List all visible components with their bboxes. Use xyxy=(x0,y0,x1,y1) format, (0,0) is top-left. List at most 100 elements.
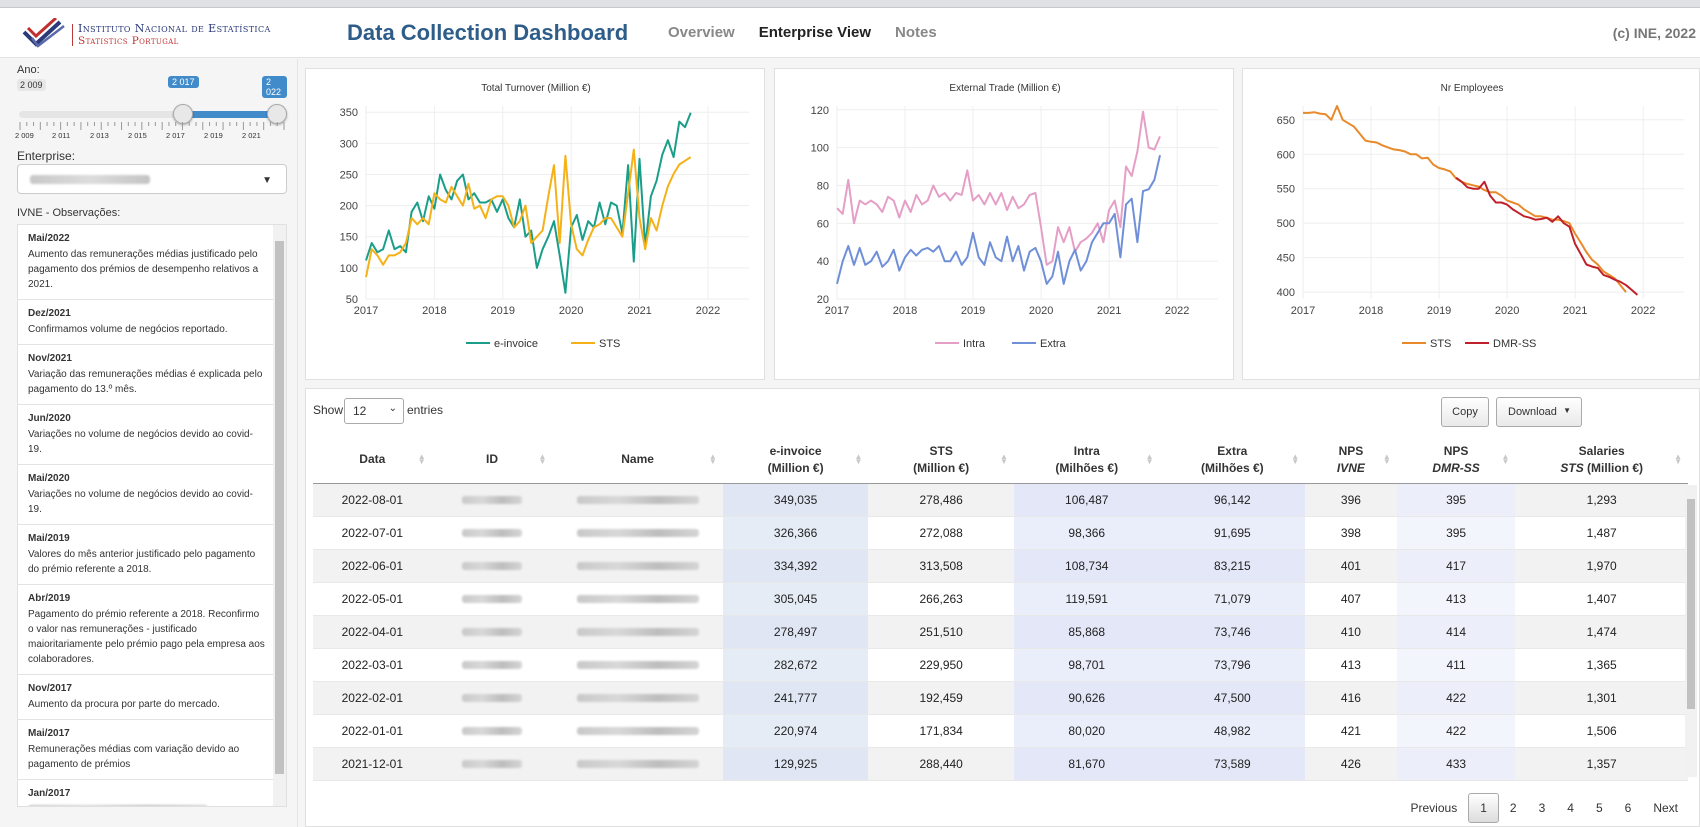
cell-extra: 48,982 xyxy=(1159,714,1306,748)
table-row[interactable]: 2022-08-01 349,035 278,486 106,487 96,142 396… xyxy=(313,483,1688,517)
column-header-salaries[interactable]: Salaries STS (Million €) ▲ ▼ xyxy=(1515,437,1688,484)
redacted-text xyxy=(576,562,699,571)
redacted-text xyxy=(576,694,699,703)
observation-date: Nov/2021 xyxy=(28,353,72,364)
sort-icon[interactable]: ▲ ▼ xyxy=(418,453,426,466)
pager-page-button[interactable]: 5 xyxy=(1585,801,1614,815)
table-row[interactable]: 2022-02-01 241,777 192,459 90,626 47,500 416 4… xyxy=(313,681,1688,715)
observation-item: Dez/2021 Confirmamos volume de negócios r… xyxy=(18,300,274,345)
legend-label[interactable]: DMR-SS xyxy=(1493,338,1536,350)
slider-from-handle[interactable] xyxy=(173,104,193,124)
slider-tick-label: 2 017 xyxy=(166,131,185,140)
table-row[interactable]: 2022-03-01 282,672 229,950 98,701 73,796 413 4… xyxy=(313,648,1688,682)
cell-e-invoice: 334,392 xyxy=(722,549,869,583)
cell-nps-dmr-ss: 395 xyxy=(1396,483,1516,517)
series-line-e-invoice xyxy=(365,112,692,294)
legend-label[interactable]: e-invoice xyxy=(494,338,538,350)
column-header-e-invoice[interactable]: e-invoice (Million €) ▲ ▼ xyxy=(722,437,869,484)
cell-nps-ivne: 413 xyxy=(1305,648,1397,682)
legend-label[interactable]: Intra xyxy=(963,338,986,350)
sort-icon[interactable]: ▲ ▼ xyxy=(538,453,546,466)
column-header-intra[interactable]: Intra (Milhões €) ▲ ▼ xyxy=(1013,437,1160,484)
cell-intra: 108,734 xyxy=(1013,549,1160,583)
column-header-data[interactable]: Data ▲ ▼ xyxy=(313,437,432,484)
legend-label[interactable]: Extra xyxy=(1040,338,1067,350)
ine-logo-icon xyxy=(22,18,65,48)
pager-next-button[interactable]: Next xyxy=(1642,801,1689,815)
sort-icon[interactable]: ▲ ▼ xyxy=(709,453,717,466)
sort-icon[interactable]: ▲ ▼ xyxy=(1501,453,1509,466)
download-button[interactable]: Download ▼ xyxy=(1496,397,1582,427)
table-scrollbar[interactable] xyxy=(1685,485,1697,777)
column-header-sts[interactable]: STS (Million €) ▲ ▼ xyxy=(868,437,1014,484)
cell-intra: 90,626 xyxy=(1013,681,1160,715)
column-header-extra[interactable]: Extra (Milhões €) ▲ ▼ xyxy=(1159,437,1306,484)
sort-icon[interactable]: ▲ ▼ xyxy=(854,453,862,466)
sort-icon[interactable]: ▲ ▼ xyxy=(1383,453,1391,466)
cell-salaries: 1,357 xyxy=(1515,747,1688,781)
cell-salaries: 1,474 xyxy=(1515,615,1688,649)
scrollbar-thumb[interactable] xyxy=(1687,499,1695,709)
pager-page-button[interactable]: 2 xyxy=(1499,801,1528,815)
column-header-sublabel: DMR-SS xyxy=(1432,460,1480,475)
tab-notes[interactable]: Notes xyxy=(895,24,937,41)
entries-label: entries xyxy=(407,403,444,417)
table-row[interactable]: 2022-07-01 326,366 272,088 98,366 91,695 398 3… xyxy=(313,516,1688,550)
sort-icon[interactable]: ▲ ▼ xyxy=(1674,453,1682,466)
pager-page-button[interactable]: 1 xyxy=(1468,793,1499,823)
tab-overview[interactable]: Overview xyxy=(668,24,735,41)
observation-text: Aumento das remunerações médias justific… xyxy=(28,249,259,290)
redacted-text xyxy=(576,595,699,604)
column-header-unit: (Million €) xyxy=(1583,460,1644,475)
sort-icon[interactable]: ▲ ▼ xyxy=(1146,453,1154,466)
year-range-slider[interactable]: 2 009 2 017 2 022 2 009 2 011 2 013 2 01… xyxy=(15,76,287,140)
table-row[interactable]: 2022-06-01 334,392 313,508 108,734 83,215 401… xyxy=(313,549,1688,583)
cell-extra: 47,500 xyxy=(1159,681,1306,715)
slider-to-handle[interactable] xyxy=(267,104,287,124)
observation-text: Variações no volume de negócios devido a… xyxy=(28,429,253,455)
x-tick-label: 2017 xyxy=(354,305,378,317)
y-tick-label: 500 xyxy=(1277,218,1295,230)
column-header-nps[interactable]: NPS IVNE ▲ ▼ xyxy=(1305,437,1397,484)
legend-label[interactable]: STS xyxy=(1430,338,1451,350)
redacted-text xyxy=(462,760,523,769)
column-header-name[interactable]: Name ▲ ▼ xyxy=(552,437,723,484)
table-row[interactable]: 2022-01-01 220,974 171,834 80,020 48,982 421 4… xyxy=(313,714,1688,748)
logo-line2: Statistics Portugal xyxy=(78,35,179,47)
observations-list[interactable]: Mai/2022 Aumento das remunerações médias … xyxy=(17,224,287,807)
tab-enterprise-view[interactable]: Enterprise View xyxy=(759,24,871,41)
redacted-text xyxy=(576,496,699,505)
table-row[interactable]: 2022-04-01 278,497 251,510 85,868 73,746 410 4… xyxy=(313,615,1688,649)
app-title: Data Collection Dashboard xyxy=(347,20,629,45)
table-row[interactable]: 2021-12-01 129,925 288,440 81,670 73,589 426 4… xyxy=(313,747,1688,781)
ine-logo[interactable]: Instituto Nacional de Estatística Statis… xyxy=(22,18,312,52)
legend-label[interactable]: STS xyxy=(599,338,620,350)
cell-id xyxy=(431,747,553,781)
page-length-select[interactable]: 12 ⌄ xyxy=(344,398,404,424)
y-tick-label: 120 xyxy=(811,105,829,117)
redacted-text xyxy=(28,805,208,806)
x-tick-label: 2022 xyxy=(1631,305,1655,317)
sort-icon[interactable]: ▲ ▼ xyxy=(1000,453,1008,466)
sort-icon[interactable]: ▲ ▼ xyxy=(1291,453,1299,466)
observations-scrollbar[interactable] xyxy=(273,225,286,806)
pager-previous-button[interactable]: Previous xyxy=(1400,801,1469,815)
pager-page-button[interactable]: 6 xyxy=(1614,801,1643,815)
x-tick-label: 2021 xyxy=(1097,305,1121,317)
enterprise-select[interactable]: ▼ xyxy=(17,164,287,194)
copy-button[interactable]: Copy xyxy=(1441,397,1489,427)
cell-id xyxy=(431,648,553,682)
cell-e-invoice: 129,925 xyxy=(722,747,869,781)
pager-page-button[interactable]: 4 xyxy=(1556,801,1585,815)
table-row[interactable]: 2022-05-01 305,045 266,263 119,591 71,079 407… xyxy=(313,582,1688,616)
cell-sts: 272,088 xyxy=(868,516,1014,550)
y-tick-label: 80 xyxy=(817,180,829,192)
pager-page-button[interactable]: 3 xyxy=(1528,801,1557,815)
data-table: Data ▲ ▼ ID ▲ ▼ Name ▲ ▼ e-invoice (Million €) ▲ ▼ ST… xyxy=(313,437,1688,781)
scrollbar-thumb[interactable] xyxy=(275,241,284,774)
column-header-label: Name xyxy=(621,452,654,467)
column-header-nps[interactable]: NPS DMR-SS ▲ ▼ xyxy=(1396,437,1516,484)
redacted-text xyxy=(462,496,523,505)
column-header-id[interactable]: ID ▲ ▼ xyxy=(431,437,553,484)
chevron-down-icon: ▼ xyxy=(262,175,272,186)
